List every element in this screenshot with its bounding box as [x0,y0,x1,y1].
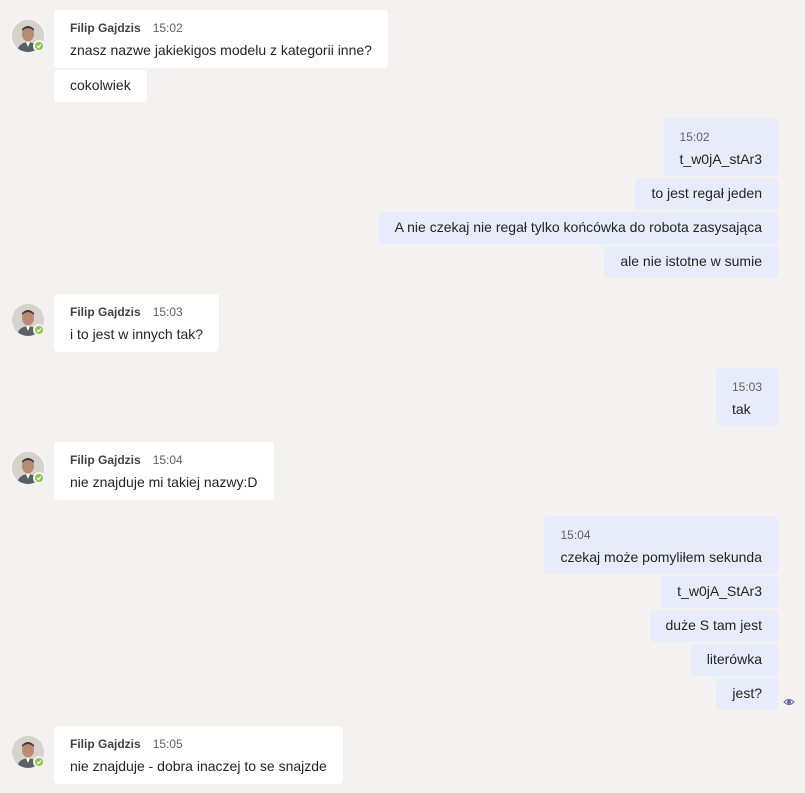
message-text: t_w0jA_StAr3 [677,583,762,599]
message-text: t_w0jA_stAr3 [679,151,762,167]
message-text: duże S tam jest [665,617,763,633]
message-time: 15:03 [731,380,762,394]
message-text: czekaj może pomyliłem sekunda [560,549,762,565]
incoming-message[interactable]: Filip Gajdzis 15:04 nie znajduje mi taki… [54,442,274,500]
message-time: 15:02 [679,130,710,144]
message-text: znasz nazwe jakiekigos modelu z kategori… [70,42,372,58]
message-text: literówka [706,651,762,667]
outgoing-message[interactable]: 15:04 czekaj może pomyliłem sekunda [544,516,778,574]
message-text: A nie czekaj nie regał tylko końcówka do… [394,219,762,235]
outgoing-message[interactable]: 15:02 t_w0jA_stAr3 [663,118,778,176]
message-text: cokolwiek [70,77,131,93]
outgoing-message[interactable]: jest? [716,678,778,710]
message-time: 15:03 [152,305,183,319]
message-time: 15:05 [152,737,183,751]
message-text: nie znajduje mi takiej nazwy:D [70,474,258,490]
message-text: nie znajduje - dobra inaczej to se snajz… [70,758,327,774]
chat-message-list: Filip Gajdzis 15:02 znasz nazwe jakiekig… [0,0,805,793]
outgoing-message[interactable]: 15:03 tak [715,368,778,426]
outgoing-message[interactable]: A nie czekaj nie regał tylko końcówka do… [378,212,778,244]
message-text: jest? [732,685,762,701]
sender-name: Filip Gajdzis [70,21,141,35]
incoming-message[interactable]: cokolwiek [54,70,147,102]
seen-eye-icon [783,695,795,707]
message-text: to jest regał jeden [651,185,762,201]
outgoing-message[interactable]: ale nie istotne w sumie [604,246,778,278]
message-text: i to jest w innych tak? [70,326,204,342]
message-text: ale nie istotne w sumie [620,253,762,269]
sender-name: Filip Gajdzis [70,453,141,467]
message-time: 15:02 [152,21,183,35]
incoming-message[interactable]: Filip Gajdzis 15:05 nie znajduje - dobra… [54,726,343,784]
outgoing-message[interactable]: literówka [690,644,778,676]
outgoing-message[interactable]: duże S tam jest [649,610,778,642]
presence-available-icon [33,324,45,336]
incoming-message[interactable]: Filip Gajdzis 15:03 i to jest w innych t… [54,294,220,352]
sender-name: Filip Gajdzis [70,737,141,751]
message-text: tak [731,401,751,417]
outgoing-message[interactable]: t_w0jA_StAr3 [661,576,778,608]
incoming-message[interactable]: Filip Gajdzis 15:02 znasz nazwe jakiekig… [54,10,388,68]
message-time: 15:04 [560,528,591,542]
message-time: 15:04 [152,453,183,467]
outgoing-message[interactable]: to jest regał jeden [635,178,778,210]
presence-available-icon [33,40,45,52]
presence-available-icon [33,756,45,768]
presence-available-icon [33,472,45,484]
sender-name: Filip Gajdzis [70,305,141,319]
